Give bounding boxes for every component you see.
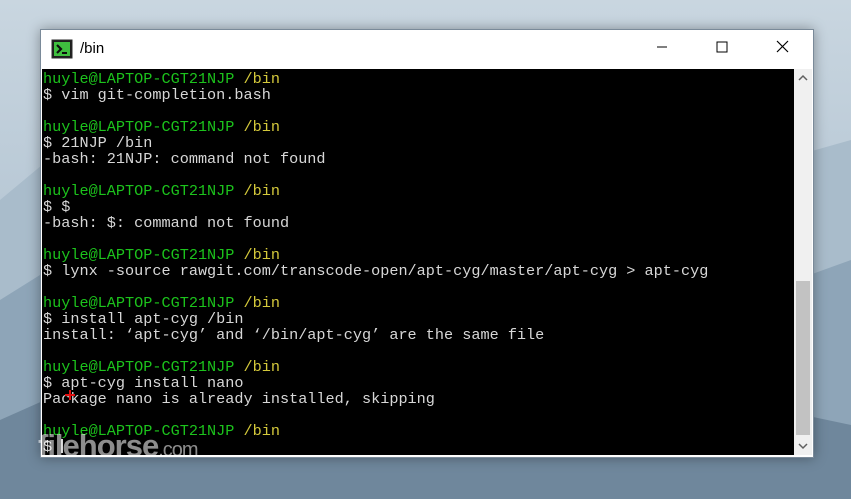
output-line: Package nano is already installed, skipp… — [43, 390, 435, 408]
watermark-brand: filehorse — [38, 428, 159, 463]
prompt-line: huyle@LAPTOP-CGT21NJP /bin — [43, 295, 794, 311]
prompt-path: /bin — [243, 294, 280, 312]
maximize-button[interactable] — [692, 30, 752, 68]
prompt-line: huyle@LAPTOP-CGT21NJP /bin — [43, 247, 794, 263]
prompt-line: huyle@LAPTOP-CGT21NJP /bin — [43, 119, 794, 135]
minimize-icon — [656, 40, 668, 58]
prompt-line: huyle@LAPTOP-CGT21NJP /bin — [43, 71, 794, 87]
close-icon — [776, 40, 789, 58]
maximize-icon — [716, 40, 728, 58]
output-line: $ apt-cyg install nano — [43, 374, 244, 392]
watermark-logo: filehorse.com — [38, 428, 199, 464]
prompt-path: /bin — [243, 358, 280, 376]
prompt-user: huyle@LAPTOP-CGT21NJP — [43, 182, 235, 200]
output-line: -bash: $: command not found — [43, 214, 290, 232]
close-button[interactable] — [752, 30, 812, 68]
prompt-path: /bin — [243, 182, 280, 200]
minimize-button[interactable] — [632, 30, 692, 68]
scrollbar-thumb[interactable] — [796, 281, 810, 435]
chevron-up-icon — [798, 69, 808, 87]
output-line: $ lynx -source rawgit.com/transcode-open… — [43, 262, 709, 280]
output-line: install: ‘apt-cyg’ and ‘/bin/apt-cyg’ ar… — [43, 326, 545, 344]
output-line: $ vim git-completion.bash — [43, 86, 271, 104]
vertical-scrollbar[interactable] — [794, 69, 812, 455]
prompt-line: huyle@LAPTOP-CGT21NJP /bin — [43, 359, 794, 375]
red-cross-icon — [63, 388, 77, 407]
terminal-window[interactable]: /bin huyle@LAPTOP-CGT21NJP /bin $ vim git… — [40, 29, 814, 458]
window-title: /bin — [80, 40, 105, 57]
scroll-up-button[interactable] — [794, 69, 812, 87]
scroll-down-button[interactable] — [794, 437, 812, 455]
title-bar[interactable]: /bin — [41, 30, 813, 68]
output-line: $ install apt-cyg /bin — [43, 310, 244, 328]
watermark-domain: .com — [158, 439, 198, 461]
prompt-line: huyle@LAPTOP-CGT21NJP /bin — [43, 183, 794, 199]
output-line: $ $ — [43, 198, 71, 216]
terminal-output[interactable]: huyle@LAPTOP-CGT21NJP /bin $ vim git-comp… — [42, 69, 794, 455]
terminal-app-icon — [51, 39, 73, 59]
chevron-down-icon — [798, 437, 808, 455]
prompt-path: /bin — [243, 422, 280, 440]
output-line: -bash: 21NJP: command not found — [43, 150, 326, 168]
output-line: $ 21NJP /bin — [43, 134, 153, 152]
prompt-path: /bin — [243, 118, 280, 136]
